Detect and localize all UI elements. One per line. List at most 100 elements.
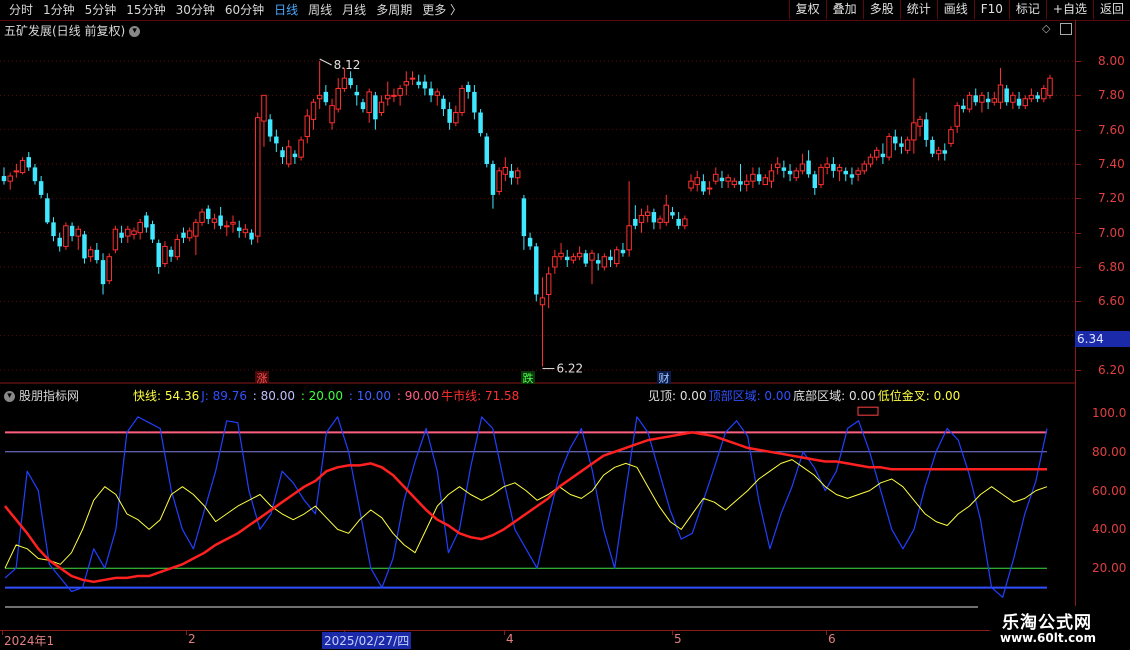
candle-body: [731, 180, 738, 186]
candle-body: [514, 170, 521, 179]
candle-body: [112, 228, 119, 251]
candle-body: [966, 94, 973, 110]
candle-body: [304, 115, 311, 138]
indicator-value: 快线: 54.36: [133, 389, 200, 403]
toolbar-button[interactable]: 返回: [1092, 0, 1130, 19]
candle-body: [670, 212, 675, 216]
toolbar-button[interactable]: 统计: [899, 0, 937, 19]
indicator-name: 股朋指标网: [19, 389, 80, 403]
period-tab[interactable]: 更多 〉: [417, 2, 467, 18]
toolbar-button[interactable]: F10: [973, 0, 1009, 19]
candle-body: [1016, 98, 1022, 106]
candle-body: [378, 101, 385, 113]
candle-body: [484, 136, 489, 164]
period-tab[interactable]: 30分钟: [171, 2, 220, 18]
indicator-value: : 80.00: [248, 389, 295, 403]
period-tab[interactable]: 60分钟: [220, 2, 269, 18]
candle-body: [626, 225, 632, 251]
toolbar-button[interactable]: 画线: [936, 0, 974, 19]
candle-body: [496, 170, 502, 192]
candle-body: [583, 253, 589, 264]
candle-body: [565, 256, 570, 261]
event-marker: 财: [657, 371, 671, 385]
candle-body: [688, 180, 694, 189]
candle-body: [26, 157, 31, 168]
period-tab[interactable]: 分时: [4, 2, 38, 18]
candle-body: [644, 211, 651, 216]
candle-body: [193, 221, 199, 237]
period-tab[interactable]: 多周期: [371, 2, 417, 18]
indicator-tick-label: 100.0: [1092, 406, 1127, 420]
candle-body: [298, 139, 304, 158]
indicator-value: J: 89.76: [201, 389, 247, 403]
candle-body: [199, 211, 205, 223]
date-tick-label: 5: [674, 632, 682, 646]
candle-body: [849, 174, 855, 178]
candle-body: [19, 160, 26, 174]
candle-body: [465, 85, 471, 92]
toolbar-button[interactable]: 标记: [1008, 0, 1046, 19]
period-tab[interactable]: 5分钟: [80, 2, 122, 18]
candle-body: [552, 256, 558, 268]
candle-body: [558, 252, 564, 258]
candle-body: [545, 273, 552, 295]
candle-body: [601, 256, 608, 268]
toolbar-button[interactable]: 叠加: [825, 0, 863, 19]
price-tick-label: 7.00: [1098, 225, 1125, 240]
candle-body: [867, 156, 874, 165]
event-marker-label: 财: [659, 371, 670, 385]
candle-body: [13, 170, 20, 173]
candle-body: [447, 109, 452, 123]
candle-body: [774, 163, 781, 168]
candle-body: [255, 117, 261, 237]
candle-body: [422, 81, 428, 89]
candle-body: [991, 98, 998, 103]
indicator-tick-label: 20.00: [1092, 561, 1127, 576]
toolbar-button[interactable]: 多股: [862, 0, 900, 19]
candle-body: [1010, 94, 1016, 103]
candle-body: [595, 260, 601, 264]
candle-body: [403, 81, 410, 86]
j-line: [4, 416, 1048, 598]
toolbar-button[interactable]: +自选: [1045, 0, 1093, 19]
candle-body: [63, 225, 69, 247]
candle-body: [1041, 87, 1047, 100]
price-tick-label: 7.20: [1098, 191, 1125, 206]
candle-body: [861, 163, 868, 172]
candle-body: [119, 232, 124, 238]
candle-body: [7, 175, 13, 182]
indicator-title[interactable]: ▾ 股朋指标网: [4, 387, 79, 404]
candle-body: [831, 164, 836, 171]
candle-body: [923, 119, 929, 140]
toolbar-button[interactable]: 复权: [788, 0, 826, 19]
candle-body: [323, 91, 329, 103]
candle-body: [762, 177, 769, 186]
period-tab[interactable]: 15分钟: [121, 2, 170, 18]
price-chart[interactable]: 8.12 6.22 涨 跌 财: [0, 20, 1075, 630]
watermark: 乐淘公式网 www.60lt.com: [990, 606, 1130, 650]
candle-body: [935, 149, 942, 155]
period-tab[interactable]: 月线: [337, 2, 371, 18]
date-cursor-label: 2025/02/27/四: [322, 632, 412, 649]
period-tab[interactable]: 周线: [303, 2, 337, 18]
candle-body: [366, 91, 372, 114]
candle-body: [428, 88, 434, 96]
candle-body: [490, 164, 496, 195]
period-tab[interactable]: 1分钟: [38, 2, 80, 18]
candle-body: [434, 91, 440, 96]
candle-body: [633, 218, 638, 226]
chevron-down-icon[interactable]: ▾: [4, 391, 15, 402]
candle-body: [911, 122, 917, 141]
candle-body: [904, 139, 911, 151]
candle-body: [873, 149, 880, 158]
indicator-value: 牛市线: 71.58: [441, 389, 520, 403]
candle-body: [261, 94, 267, 122]
indicator-value: : 10.00: [345, 389, 392, 403]
candle-body: [836, 166, 843, 172]
candle-body: [961, 105, 966, 110]
candle-body: [211, 218, 218, 223]
candle-body: [787, 170, 793, 175]
high-pointer: [319, 58, 332, 66]
candle-body: [738, 181, 743, 185]
period-tab[interactable]: 日线: [269, 2, 303, 18]
